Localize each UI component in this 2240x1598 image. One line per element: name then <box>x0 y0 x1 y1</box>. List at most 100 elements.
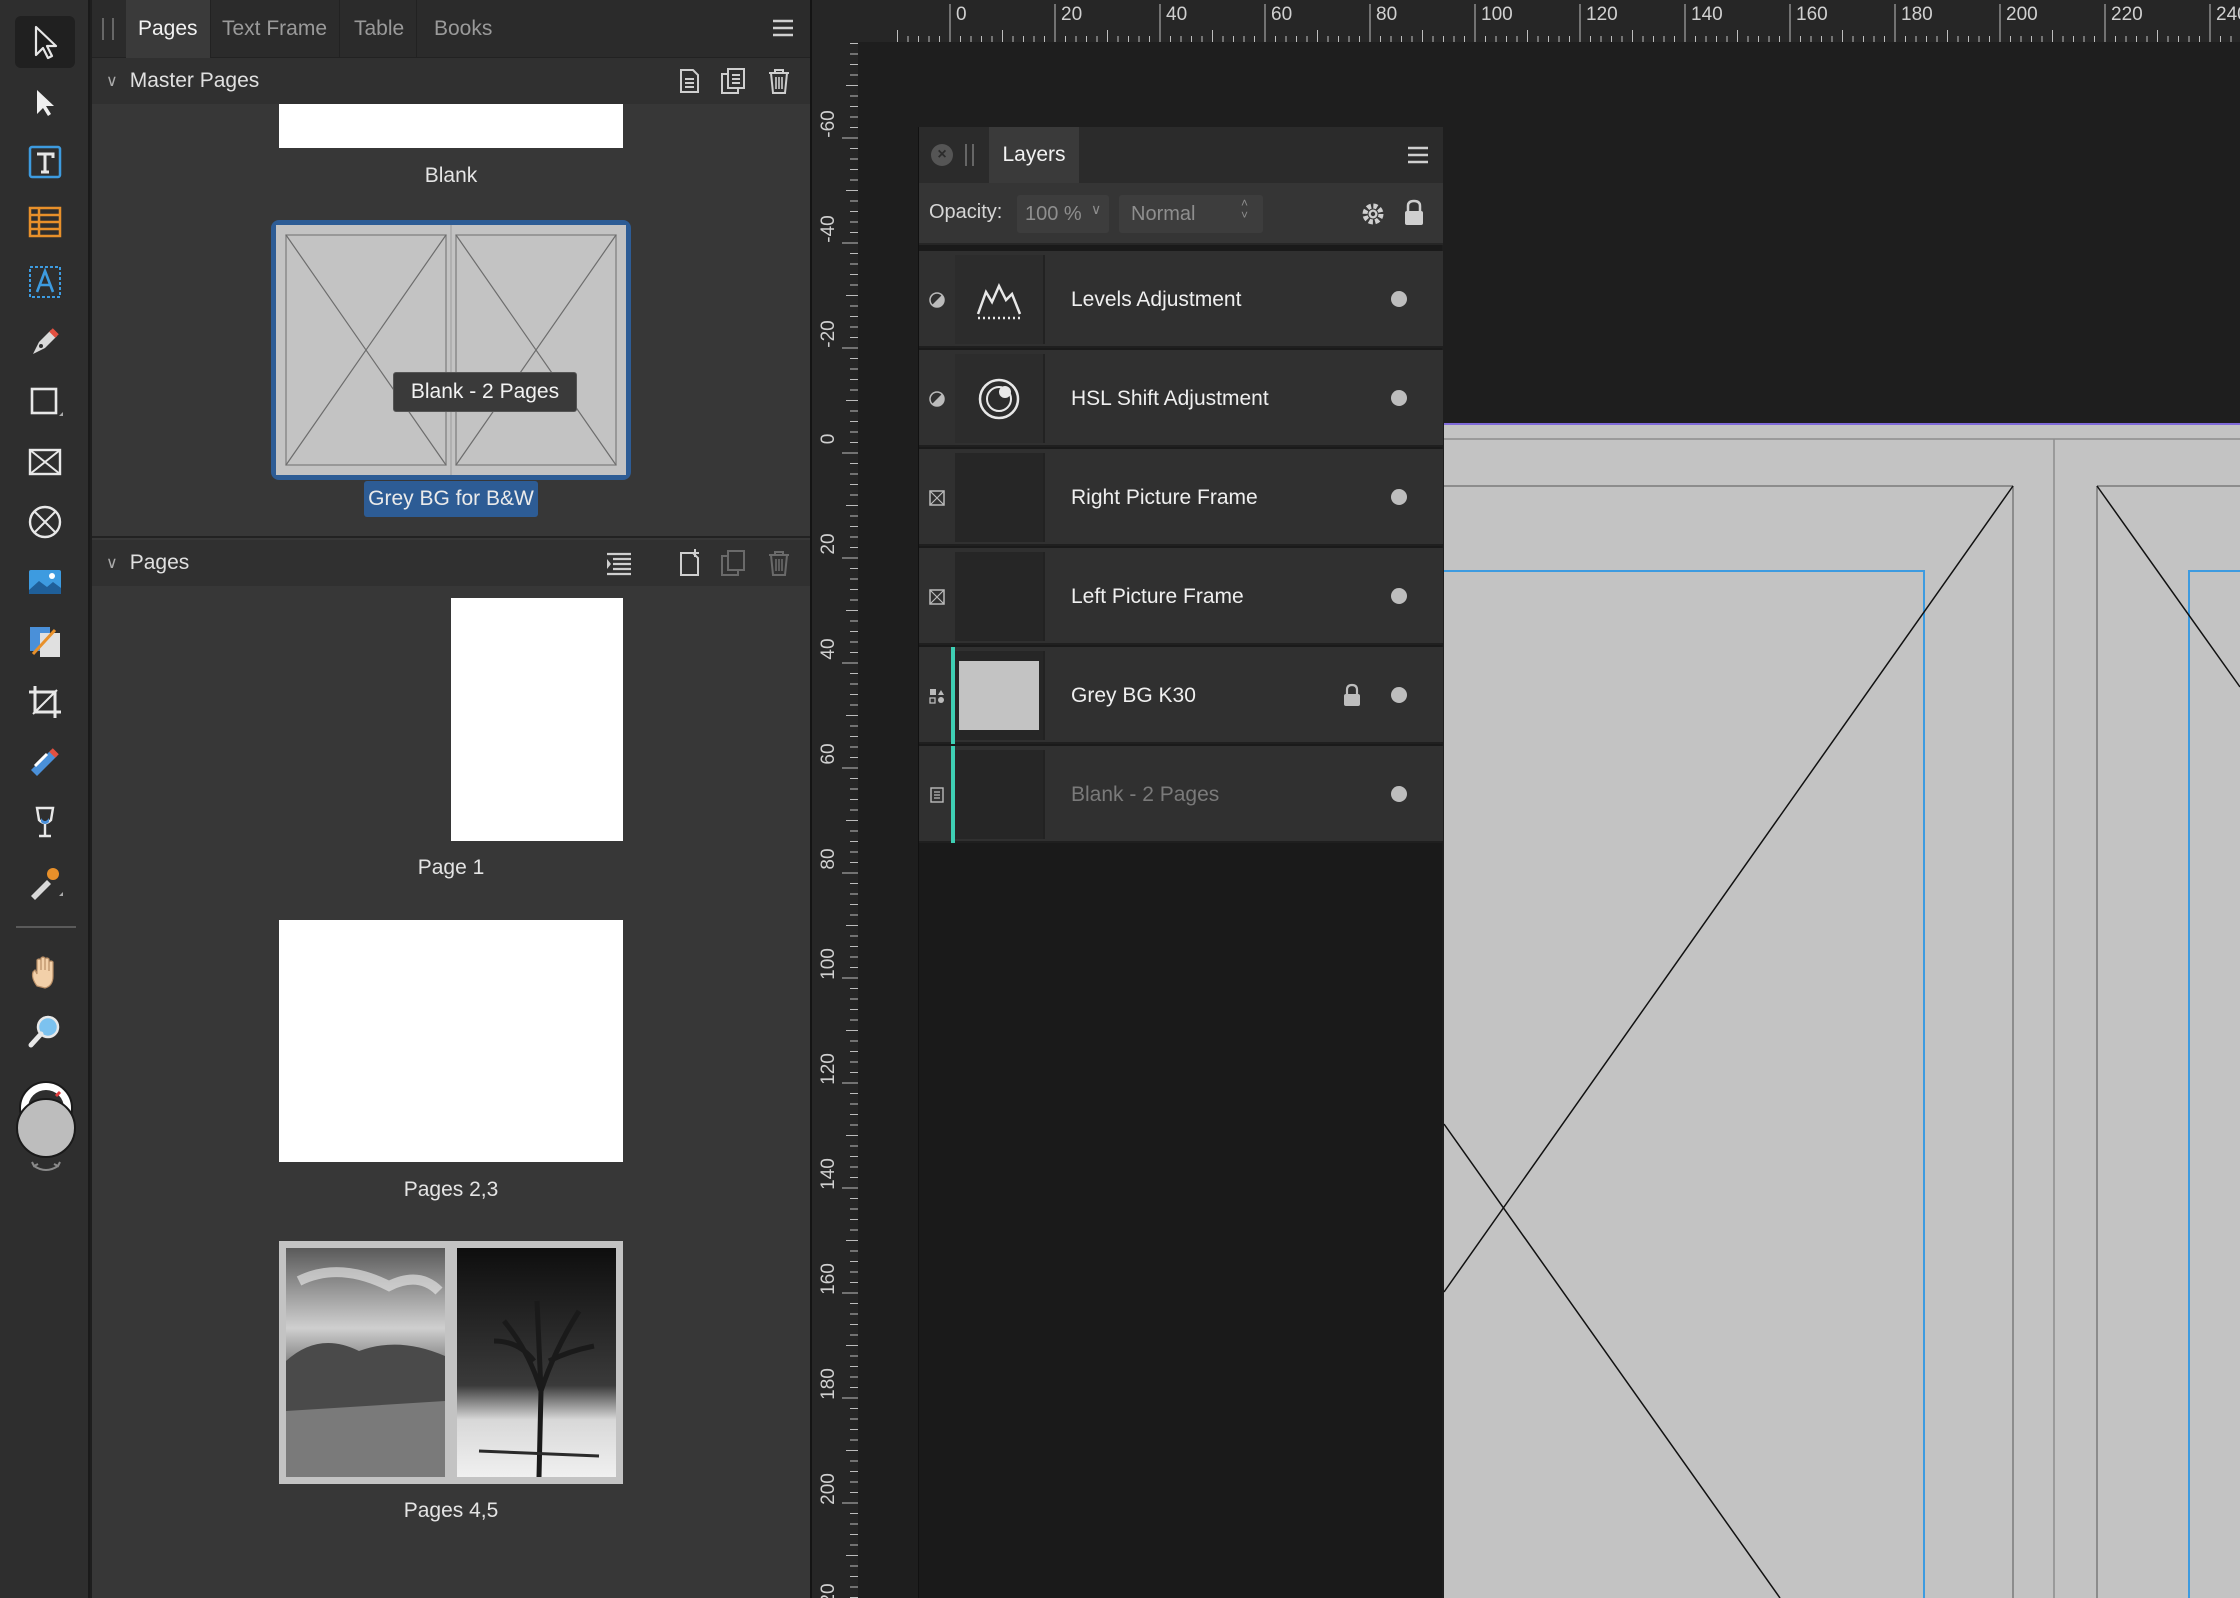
pages-title: Pages <box>129 551 190 574</box>
artistic-text-tool-icon[interactable] <box>15 256 75 308</box>
ruler-label: 160 <box>818 1263 839 1295</box>
layer-row-grey-bg-k30[interactable]: Grey BG K30 <box>919 647 1443 744</box>
add-master-page-icon[interactable] <box>674 66 704 96</box>
visibility-dot[interactable] <box>1391 390 1407 406</box>
visibility-dot[interactable] <box>1391 588 1407 604</box>
node-tool-icon[interactable] <box>15 76 75 128</box>
master-grey-bg-thumbnail[interactable] <box>271 220 631 480</box>
section-divider <box>92 536 810 538</box>
master-grey-bg-label: Grey BG for B&W <box>364 481 538 517</box>
pages-2-3-thumbnail[interactable] <box>279 920 623 1162</box>
levels-icon <box>955 255 1045 344</box>
gear-icon[interactable] <box>1359 200 1387 228</box>
horizontal-ruler-ticks: 0 20 40 60 80 100 120 140 160 180 200 220 240 <box>897 4 2240 42</box>
layers-panel: × Layers Opacity: 100 % ∨ Normal ˄ ˅ Leve… <box>918 127 1443 1598</box>
visibility-dot[interactable] <box>1391 489 1407 505</box>
add-page-icon[interactable] <box>674 548 704 578</box>
hsl-icon <box>955 354 1045 443</box>
pen-tool-icon[interactable] <box>15 316 75 368</box>
duplicate-master-page-icon[interactable] <box>718 66 748 96</box>
vertical-ruler[interactable]: -60 -40 -20 0 20 40 60 80 100 120 140 160 180 200 20 <box>812 42 858 1598</box>
layer-name: Right Picture Frame <box>1071 485 1258 509</box>
layer-row-blank-2-pages[interactable]: Blank - 2 Pages <box>919 746 1443 843</box>
panel-menu-icon[interactable] <box>772 18 794 38</box>
tab-table[interactable]: Table <box>342 0 418 58</box>
pages-4-5-thumbnail[interactable] <box>279 1241 623 1484</box>
panel-grip-icon[interactable] <box>102 18 114 40</box>
page-options-icon[interactable] <box>604 548 634 578</box>
ruler-label: 40 <box>1166 4 1187 25</box>
ruler-label: 240 <box>2216 4 2240 25</box>
ruler-label: 0 <box>818 434 839 445</box>
table-tool-icon[interactable] <box>15 196 75 248</box>
layer-row-hsl-shift-adjustment[interactable]: HSL Shift Adjustment <box>919 350 1443 447</box>
visibility-dot[interactable] <box>1391 291 1407 307</box>
chevron-down-icon[interactable]: ∨ <box>1091 201 1101 218</box>
vector-crop-tool-icon[interactable] <box>15 616 75 668</box>
frame-text-tool-icon[interactable] <box>15 136 75 188</box>
lock-icon[interactable] <box>1343 683 1361 707</box>
ruler-label: 120 <box>818 1053 839 1085</box>
picture-frame-ellipse-tool-icon[interactable] <box>15 496 75 548</box>
stepper-icon[interactable]: ˄ ˅ <box>1241 197 1248 221</box>
layer-thumbnail <box>955 651 1045 740</box>
tab-books[interactable]: Books <box>422 0 504 58</box>
layer-thumbnail <box>955 453 1045 542</box>
ruler-label: 140 <box>1691 4 1723 25</box>
ruler-label: 20 <box>818 533 839 554</box>
pages-panel: Pages Text Frame Table Books ∨ Master Pa… <box>92 0 810 1598</box>
page-1-thumbnail[interactable] <box>451 598 623 841</box>
transparency-tool-icon[interactable] <box>15 736 75 788</box>
horizontal-ruler[interactable]: 0 20 40 60 80 100 120 140 160 180 200 220 240 <box>812 0 2240 42</box>
panel-menu-icon[interactable] <box>1407 145 1429 165</box>
ruler-label: -60 <box>818 110 839 137</box>
ruler-label: 20 <box>818 1583 839 1598</box>
delete-master-page-icon[interactable] <box>764 66 794 96</box>
picture-frame-icon <box>923 449 951 546</box>
layer-row-right-picture-frame[interactable]: Right Picture Frame <box>919 449 1443 546</box>
master-blank-thumbnail[interactable] <box>279 104 623 148</box>
master-blank-label: Blank <box>424 164 478 187</box>
ruler-label: 60 <box>818 743 839 764</box>
crop-tool-icon[interactable] <box>15 676 75 728</box>
ruler-label: 0 <box>956 4 967 25</box>
ruler-label: 200 <box>2006 4 2038 25</box>
picture-frame-rectangle-tool-icon[interactable] <box>15 436 75 488</box>
ruler-label: 100 <box>1481 4 1513 25</box>
layer-thumbnail <box>955 552 1045 641</box>
panel-grip-icon[interactable] <box>965 144 974 166</box>
master-pages-title: Master Pages <box>129 69 260 92</box>
ruler-label: 80 <box>818 848 839 869</box>
pages-header[interactable]: ∨ Pages <box>92 540 810 586</box>
close-icon[interactable]: × <box>931 144 953 166</box>
picture-frame-icon <box>923 548 951 645</box>
pages-4-5-label: Pages 4,5 <box>403 1499 499 1522</box>
tab-pages[interactable]: Pages <box>126 0 211 58</box>
move-tool-icon[interactable] <box>15 16 75 68</box>
zoom-tool-icon[interactable] <box>15 1006 75 1058</box>
chevron-down-icon[interactable]: ∨ <box>106 553 118 573</box>
fill-stroke-color-swatch[interactable] <box>14 1078 78 1176</box>
layer-name: HSL Shift Adjustment <box>1071 386 1269 410</box>
ruler-label: 100 <box>818 948 839 980</box>
pages-2-3-label: Pages 2,3 <box>403 1178 499 1201</box>
lock-icon[interactable] <box>1403 198 1425 228</box>
shape-icon <box>923 647 951 744</box>
master-pages-header[interactable]: ∨ Master Pages <box>92 58 810 104</box>
layer-row-levels-adjustment[interactable]: Levels Adjustment <box>919 251 1443 348</box>
tab-layers[interactable]: Layers <box>989 127 1079 183</box>
color-picker-tool-icon[interactable] <box>15 856 75 908</box>
ruler-label: 40 <box>818 638 839 659</box>
view-tool-hand-icon[interactable] <box>15 946 75 998</box>
tab-text-frame[interactable]: Text Frame <box>210 0 341 58</box>
visibility-dot[interactable] <box>1391 786 1407 802</box>
delete-page-icon[interactable] <box>764 548 794 578</box>
opacity-label: Opacity: <box>929 201 1003 223</box>
visibility-dot[interactable] <box>1391 687 1407 703</box>
duplicate-page-icon[interactable] <box>718 548 748 578</box>
place-image-tool-icon[interactable] <box>15 556 75 608</box>
fill-tool-icon[interactable] <box>15 796 75 848</box>
layer-row-left-picture-frame[interactable]: Left Picture Frame <box>919 548 1443 645</box>
chevron-down-icon[interactable]: ∨ <box>106 71 118 91</box>
rectangle-tool-icon[interactable] <box>15 376 75 428</box>
